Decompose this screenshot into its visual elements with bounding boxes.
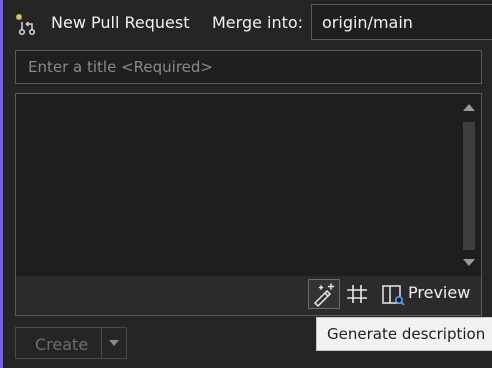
generate-description-tooltip: Generate description bbox=[316, 317, 492, 351]
scroll-down-arrow-icon[interactable] bbox=[463, 259, 475, 266]
description-toolbar: Preview bbox=[16, 276, 481, 315]
title-input[interactable] bbox=[15, 50, 482, 84]
insert-reference-button[interactable] bbox=[344, 279, 370, 309]
magic-wand-icon bbox=[313, 283, 335, 308]
accent-bar bbox=[0, 0, 3, 368]
preview-button[interactable]: Preview bbox=[380, 279, 476, 309]
preview-icon bbox=[382, 285, 405, 306]
generate-description-button[interactable] bbox=[308, 279, 340, 309]
description-scrollbar[interactable] bbox=[457, 94, 481, 276]
scroll-up-arrow-icon[interactable] bbox=[463, 104, 475, 111]
preview-label: Preview bbox=[408, 283, 471, 302]
description-editor: Preview bbox=[15, 93, 482, 316]
scrollbar-thumb[interactable] bbox=[463, 122, 475, 250]
hash-icon bbox=[347, 285, 367, 303]
target-branch-value: origin/main bbox=[322, 13, 413, 32]
description-textarea[interactable] bbox=[16, 94, 456, 276]
merge-into-label: Merge into: bbox=[212, 13, 304, 32]
new-pull-request-icon bbox=[14, 12, 38, 36]
chevron-down-icon[interactable] bbox=[109, 340, 119, 346]
target-branch-dropdown[interactable]: origin/main bbox=[311, 4, 492, 40]
create-button-label: Create bbox=[35, 335, 89, 354]
create-button-separator bbox=[101, 328, 102, 358]
create-button[interactable]: Create bbox=[15, 327, 127, 359]
page-title: New Pull Request bbox=[51, 13, 190, 32]
